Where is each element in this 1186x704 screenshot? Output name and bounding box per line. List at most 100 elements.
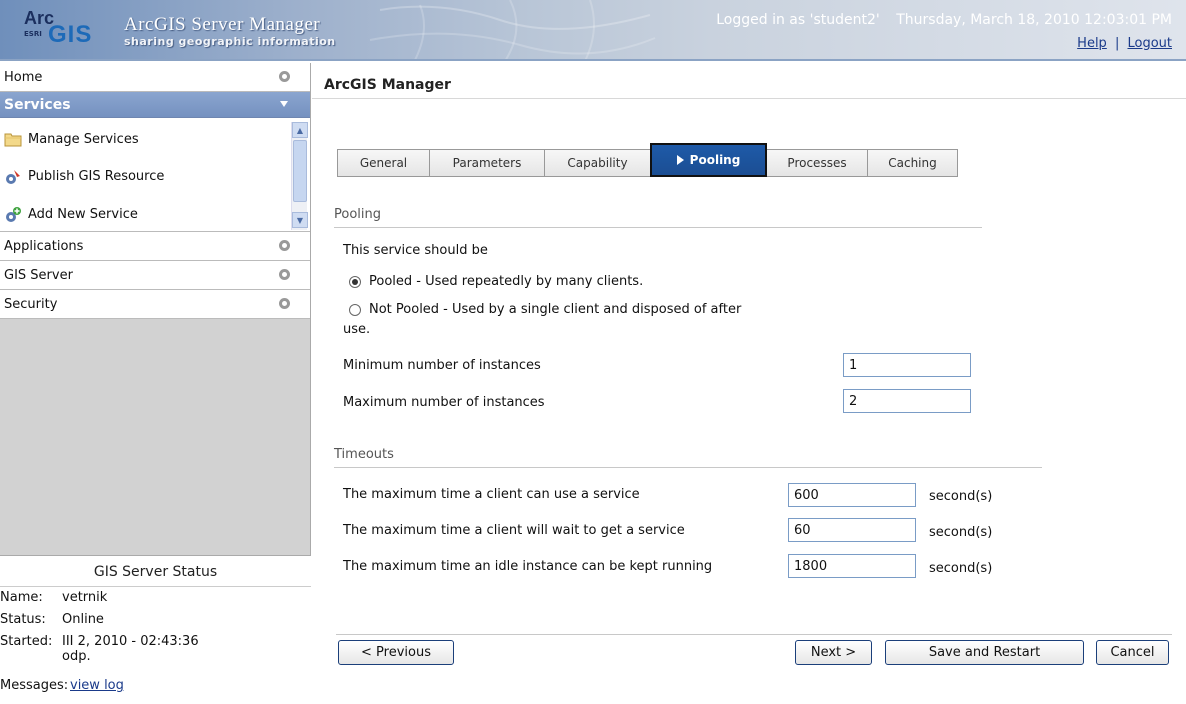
tab-general[interactable]: General [337, 149, 429, 177]
seconds-unit-label: second(s) [929, 489, 993, 504]
tab-processes[interactable]: Processes [767, 149, 867, 177]
sidebar-item-label: Security [4, 296, 58, 312]
submenu-scrollbar[interactable]: ▲ ▼ [291, 122, 308, 230]
scroll-down-icon[interactable]: ▼ [292, 212, 308, 228]
sidebar-item-gis-server[interactable]: GIS Server [0, 261, 310, 290]
expand-circle-icon[interactable] [279, 298, 290, 309]
status-panel-title: GIS Server Status [0, 564, 311, 587]
status-started-row: Started: III 2, 2010 - 02:43:36 odp. [0, 634, 199, 664]
sidebar-item-label: Home [4, 69, 43, 85]
current-datetime: Thursday, March 18, 2010 12:03:01 PM [896, 12, 1172, 28]
timeouts-section-heading: Timeouts [334, 447, 394, 462]
publish-gis-resource-link[interactable]: Publish GIS Resource [4, 163, 164, 189]
max-wait-time-input[interactable] [788, 518, 916, 542]
save-and-restart-button[interactable]: Save and Restart [885, 640, 1084, 665]
logo-esri-text: ESRI [24, 30, 42, 38]
logged-in-user: Logged in as 'student2' [716, 12, 880, 28]
sidebar-item-label: GIS Server [4, 267, 73, 283]
not-pooled-option-label-cont: use. [343, 322, 371, 337]
sidebar-item-applications[interactable]: Applications [0, 232, 310, 261]
publish-icon [6, 170, 20, 184]
service-tabs: General Parameters Capability Pooling Pr… [337, 143, 958, 177]
not-pooled-option-label: Not Pooled - Used by a single client and… [369, 302, 742, 317]
max-use-time-input[interactable] [788, 483, 916, 507]
help-link[interactable]: Help [1077, 36, 1107, 51]
status-status-value: Online [62, 612, 104, 627]
tab-label: Caching [888, 156, 937, 170]
expand-circle-icon[interactable] [279, 71, 290, 82]
sidebar-subitem-label: Manage Services [28, 131, 139, 147]
pooling-divider [334, 227, 982, 228]
cancel-button[interactable]: Cancel [1096, 640, 1169, 665]
pooled-option-label: Pooled - Used repeatedly by many clients… [369, 274, 644, 289]
login-info: Logged in as 'student2' Thursday, March … [704, 12, 1172, 28]
arrow-right-icon [676, 155, 684, 165]
timeouts-divider [334, 467, 1042, 468]
tab-label: Pooling [689, 153, 741, 167]
scroll-up-icon[interactable]: ▲ [292, 122, 308, 138]
status-status-row: Status: Online [0, 612, 104, 627]
seconds-unit-label: second(s) [929, 525, 993, 540]
max-idle-time-input[interactable] [788, 554, 916, 578]
previous-button[interactable]: < Previous [338, 640, 454, 665]
logo-gis-text: GIS [48, 21, 93, 48]
pooling-section-heading: Pooling [334, 207, 381, 222]
status-started-value: III 2, 2010 - 02:43:36 odp. [62, 634, 199, 664]
tab-label: General [359, 156, 408, 170]
pooling-intro-text: This service should be [343, 243, 488, 258]
page-title: ArcGIS Manager [324, 77, 451, 93]
status-name-row: Name: vetrnik [0, 590, 107, 605]
title-divider [312, 98, 1186, 99]
seconds-unit-label: second(s) [929, 561, 993, 576]
manage-services-link[interactable]: Manage Services [4, 126, 139, 152]
expand-circle-icon[interactable] [279, 240, 290, 251]
app-title: ArcGIS Server Manager [124, 14, 321, 35]
sidebar-item-services[interactable]: Services [0, 92, 310, 118]
started-line-1: III 2, 2010 - 02:43:36 [62, 634, 199, 649]
max-instances-input[interactable] [843, 389, 971, 413]
pooled-radio[interactable] [349, 276, 361, 288]
header-links: Help | Logout [1077, 36, 1172, 51]
view-log-link[interactable]: view log [70, 678, 124, 693]
link-separator: | [1114, 36, 1120, 51]
status-messages-label: Messages: [0, 678, 69, 693]
status-started-label: Started: [0, 634, 53, 649]
not-pooled-radio[interactable] [349, 304, 361, 316]
logout-link[interactable]: Logout [1127, 36, 1172, 51]
status-messages-row: Messages: view log [0, 678, 124, 693]
tab-label: Processes [787, 156, 847, 170]
sidebar: Home Services Manage Services Publish GI… [0, 63, 311, 704]
max-wait-time-label: The maximum time a client will wait to g… [343, 523, 685, 538]
tab-label: Parameters [452, 156, 522, 170]
main-content: ArcGIS Manager General Parameters Capabi… [312, 63, 1186, 704]
expand-circle-icon[interactable] [279, 269, 290, 280]
sidebar-subitem-label: Add New Service [28, 206, 138, 222]
min-instances-input[interactable] [843, 353, 971, 377]
app-subtitle: sharing geographic information [124, 35, 336, 48]
sidebar-item-home[interactable]: Home [0, 63, 310, 92]
add-new-service-link[interactable]: Add New Service [4, 201, 138, 227]
tab-pooling[interactable]: Pooling [650, 143, 767, 177]
app-header: Arc ESRI GIS ArcGIS Server Manager shari… [0, 0, 1186, 61]
status-name-label: Name: [0, 590, 43, 605]
started-line-2: odp. [62, 649, 91, 664]
folder-icon [4, 133, 22, 147]
tab-caching[interactable]: Caching [867, 149, 958, 177]
scroll-thumb[interactable] [293, 140, 307, 202]
add-service-icon [6, 207, 21, 222]
status-name-value: vetrnik [62, 590, 108, 605]
tab-parameters[interactable]: Parameters [429, 149, 544, 177]
max-instances-label: Maximum number of instances [343, 395, 545, 410]
footer-divider [336, 634, 1172, 635]
services-submenu: Manage Services Publish GIS Resource Add… [0, 118, 310, 232]
min-instances-label: Minimum number of instances [343, 358, 541, 373]
sidebar-item-label: Applications [4, 238, 84, 254]
collapse-triangle-icon[interactable] [280, 101, 288, 107]
status-status-label: Status: [0, 612, 46, 627]
sidebar-item-security[interactable]: Security [0, 290, 310, 319]
next-button[interactable]: Next > [795, 640, 872, 665]
tab-capability[interactable]: Capability [544, 149, 650, 177]
sidebar-subitem-label: Publish GIS Resource [28, 168, 165, 184]
max-use-time-label: The maximum time a client can use a serv… [343, 487, 640, 502]
max-idle-time-label: The maximum time an idle instance can be… [343, 559, 713, 574]
